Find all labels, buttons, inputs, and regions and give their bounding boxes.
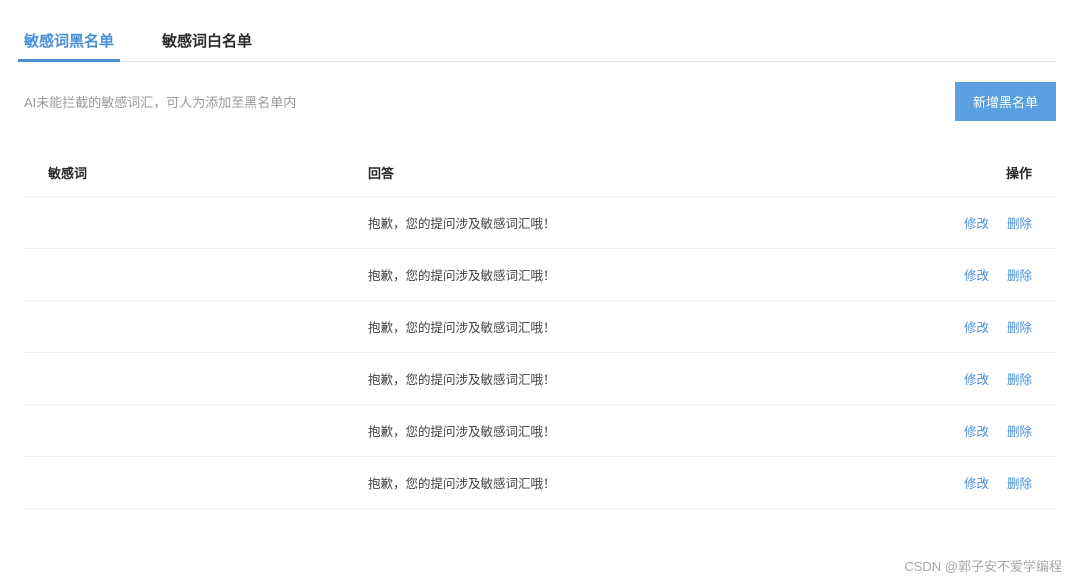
cell-actions: 修改删除 — [942, 421, 1032, 440]
header-answer: 回答 — [368, 163, 942, 182]
table-header: 敏感词 回答 操作 — [24, 149, 1056, 197]
delete-link[interactable]: 删除 — [1007, 473, 1032, 492]
cell-answer: 抱歉，您的提问涉及敏感词汇哦！ — [368, 421, 942, 440]
table-row: 抱歉，您的提问涉及敏感词汇哦！修改删除 — [24, 457, 1056, 509]
edit-link[interactable]: 修改 — [964, 473, 989, 492]
edit-link[interactable]: 修改 — [964, 317, 989, 336]
cell-answer: 抱歉，您的提问涉及敏感词汇哦！ — [368, 213, 942, 232]
cell-answer: 抱歉，您的提问涉及敏感词汇哦！ — [368, 317, 942, 336]
cell-actions: 修改删除 — [942, 369, 1032, 388]
description-text: AI未能拦截的敏感词汇，可人为添加至黑名单内 — [24, 92, 296, 111]
delete-link[interactable]: 删除 — [1007, 213, 1032, 232]
cell-actions: 修改删除 — [942, 317, 1032, 336]
table-row: 抱歉，您的提问涉及敏感词汇哦！修改删除 — [24, 301, 1056, 353]
cell-answer: 抱歉，您的提问涉及敏感词汇哦！ — [368, 473, 942, 492]
delete-link[interactable]: 删除 — [1007, 421, 1032, 440]
cell-actions: 修改删除 — [942, 473, 1032, 492]
cell-answer: 抱歉，您的提问涉及敏感词汇哦！ — [368, 369, 942, 388]
table-row: 抱歉，您的提问涉及敏感词汇哦！修改删除 — [24, 197, 1056, 249]
main-container: 敏感词黑名单 敏感词白名单 AI未能拦截的敏感词汇，可人为添加至黑名单内 新增黑… — [0, 0, 1080, 529]
watermark: CSDN @郭子安不爱学编程 — [904, 556, 1062, 575]
header-word: 敏感词 — [48, 163, 368, 182]
table-row: 抱歉，您的提问涉及敏感词汇哦！修改删除 — [24, 353, 1056, 405]
edit-link[interactable]: 修改 — [964, 265, 989, 284]
cell-actions: 修改删除 — [942, 265, 1032, 284]
subheader: AI未能拦截的敏感词汇，可人为添加至黑名单内 新增黑名单 — [24, 82, 1056, 121]
tab-whitelist[interactable]: 敏感词白名单 — [162, 20, 252, 61]
delete-link[interactable]: 删除 — [1007, 265, 1032, 284]
sensitive-word-table: 敏感词 回答 操作 抱歉，您的提问涉及敏感词汇哦！修改删除抱歉，您的提问涉及敏感… — [24, 149, 1056, 509]
add-blacklist-button[interactable]: 新增黑名单 — [955, 82, 1056, 121]
cell-answer: 抱歉，您的提问涉及敏感词汇哦！ — [368, 265, 942, 284]
edit-link[interactable]: 修改 — [964, 213, 989, 232]
delete-link[interactable]: 删除 — [1007, 369, 1032, 388]
table-row: 抱歉，您的提问涉及敏感词汇哦！修改删除 — [24, 249, 1056, 301]
edit-link[interactable]: 修改 — [964, 369, 989, 388]
edit-link[interactable]: 修改 — [964, 421, 989, 440]
tab-blacklist[interactable]: 敏感词黑名单 — [24, 20, 114, 61]
header-actions: 操作 — [942, 163, 1032, 182]
tab-bar: 敏感词黑名单 敏感词白名单 — [24, 20, 1056, 62]
delete-link[interactable]: 删除 — [1007, 317, 1032, 336]
cell-actions: 修改删除 — [942, 213, 1032, 232]
table-row: 抱歉，您的提问涉及敏感词汇哦！修改删除 — [24, 405, 1056, 457]
